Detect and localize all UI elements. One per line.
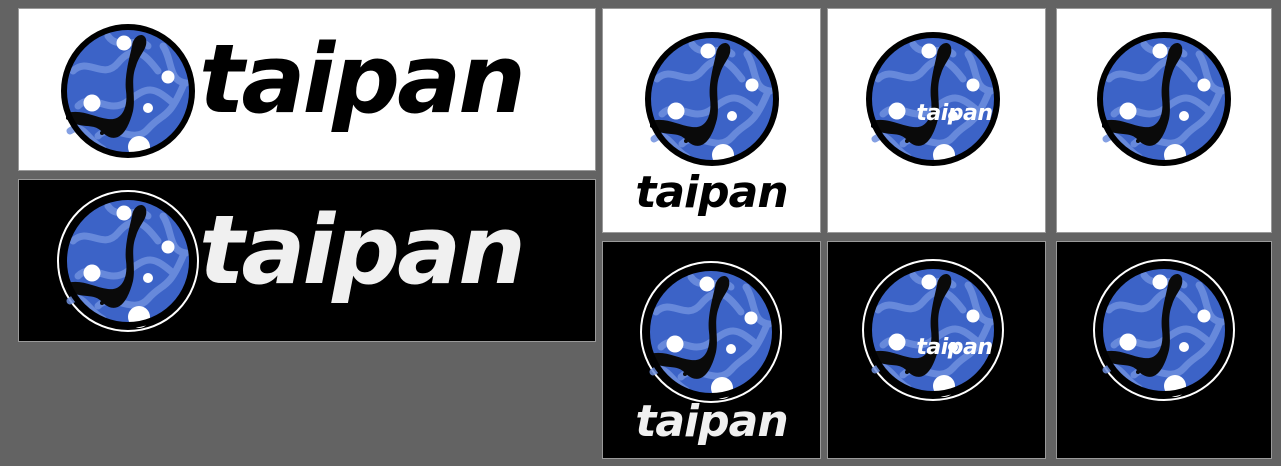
- taipan-disc-icon: [642, 29, 782, 169]
- taipan-disc-icon: [1094, 29, 1234, 169]
- wordmark: taipan: [916, 335, 993, 360]
- wordmark: taipan: [199, 196, 526, 306]
- logo-icon-dark: [1056, 241, 1272, 459]
- wordmark: taipan: [635, 396, 788, 447]
- logo-stacked-light: taipan: [602, 8, 821, 233]
- logo-icon-light: [1056, 8, 1272, 233]
- wordmark: taipan: [635, 167, 788, 218]
- taipan-disc-icon: [859, 256, 1007, 404]
- logo-horizontal-dark: taipan: [18, 179, 596, 342]
- taipan-disc-icon: [863, 29, 1003, 169]
- taipan-disc-icon: [54, 187, 202, 335]
- logo-overlay-light: taipan: [827, 8, 1046, 233]
- logo-overlay-dark: taipan: [827, 241, 1046, 459]
- logo-horizontal-light: taipan: [18, 8, 596, 171]
- wordmark: taipan: [199, 25, 526, 135]
- taipan-disc-icon: [1090, 256, 1238, 404]
- wordmark: taipan: [916, 101, 993, 126]
- logo-stacked-dark: taipan: [602, 241, 821, 459]
- taipan-disc-icon: [637, 258, 785, 406]
- taipan-disc-icon: [58, 21, 198, 161]
